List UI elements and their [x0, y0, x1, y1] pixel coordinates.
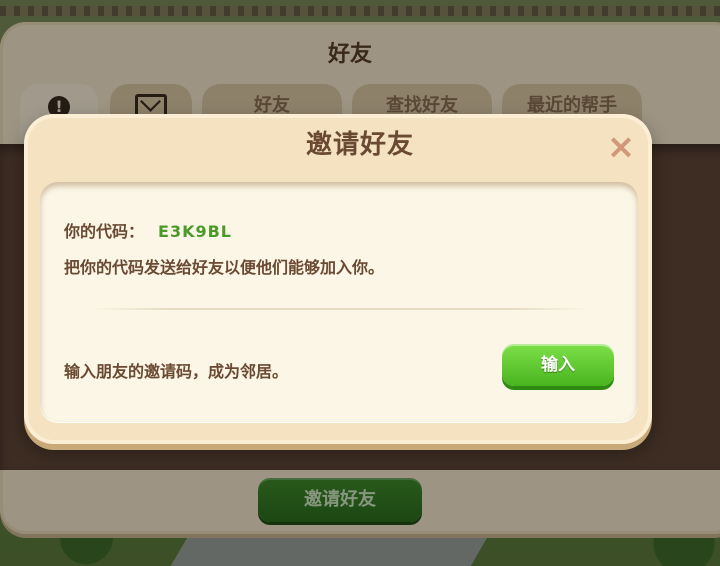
code-label: 你的代码： [64, 222, 145, 241]
friend-code-row: 你的代码： E3K9BL [64, 218, 232, 242]
close-icon[interactable]: × [606, 130, 636, 164]
divider [90, 308, 590, 310]
friend-code-value: E3K9BL [158, 222, 232, 241]
enter-code-button[interactable]: 输入 [502, 344, 614, 386]
share-description: 把你的代码发送给好友以便他们能够加入你。 [64, 258, 385, 277]
enter-code-prompt: 输入朋友的邀请码，成为邻居。 [64, 362, 289, 381]
